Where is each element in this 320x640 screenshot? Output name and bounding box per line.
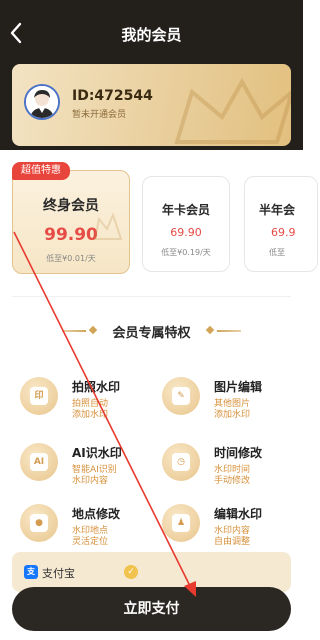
feature-camera-watermark[interactable]: 印 [20, 377, 58, 415]
feature-title: AI识水印 [72, 446, 122, 460]
plan-lifetime[interactable]: 终身会员 99.90 低至¥0.01/天 [12, 170, 130, 274]
feature-desc: 添加水印 [214, 410, 251, 420]
feature-desc: 自由调整 [214, 537, 251, 547]
feature-desc: 灵活定位 [72, 537, 109, 547]
plan-daily-price: 低至¥0.01/天 [46, 254, 96, 263]
title-line-right [217, 330, 241, 332]
avatar[interactable] [24, 84, 60, 120]
feature-desc: 水印时间 [214, 465, 251, 475]
plan-half-year[interactable]: 半年会 69.9 低至 [244, 176, 318, 272]
feature-watermark-edit[interactable]: ♟ [162, 504, 200, 542]
feature-location-edit[interactable]: ● [20, 504, 58, 542]
plan-name: 半年会 [259, 203, 296, 217]
payment-method-label: 支付宝 [42, 567, 75, 580]
crown-watermark-icon [93, 213, 123, 240]
location-pin-icon: ● [30, 514, 48, 532]
feature-desc: 其他图片 [214, 399, 251, 409]
plan-name: 年卡会员 [161, 203, 210, 217]
feature-ai-recognition[interactable]: AI [20, 443, 58, 481]
plan-daily-price: 低至¥0.19/天 [161, 248, 211, 257]
feature-time-edit[interactable]: ◷ [162, 443, 200, 481]
feature-title: 拍照水印 [72, 380, 121, 394]
section-title: 会员专属特权 [112, 326, 191, 341]
feature-desc: 智能AI识别 [72, 465, 117, 475]
feature-desc: 水印地点 [72, 526, 109, 536]
member-status: 暂未开通会员 [72, 110, 127, 120]
crown-watermark-icon [174, 77, 291, 144]
plan-annual[interactable]: 年卡会员 69.90 低至¥0.19/天 [142, 176, 230, 272]
divider [12, 296, 291, 297]
edit-icon: ✎ [172, 387, 190, 405]
stamp-icon: ♟ [172, 514, 190, 532]
member-id: ID:472544 [72, 88, 153, 104]
plan-name: 终身会员 [43, 198, 99, 214]
stamp-icon: 印 [30, 387, 48, 405]
member-card: ID:472544 暂未开通会员 [12, 64, 291, 146]
feature-image-edit[interactable]: ✎ [162, 377, 200, 415]
feature-desc: 水印内容 [214, 526, 251, 536]
page-title: 我的会员 [121, 26, 182, 44]
check-icon[interactable]: ✓ [124, 565, 138, 579]
user-avatar-icon [26, 86, 58, 118]
feature-desc: 添加水印 [72, 410, 109, 420]
feature-title: 图片编辑 [214, 380, 263, 394]
pay-now-button[interactable]: 立即支付 [12, 587, 291, 631]
plan-badge: 超值特惠 [12, 162, 70, 180]
feature-title: 地点修改 [72, 507, 121, 521]
feature-desc: 拍照自动 [72, 399, 109, 409]
plan-price: 69.90 [170, 226, 202, 239]
plan-price: 69.9 [271, 226, 296, 239]
ai-icon: AI [30, 453, 48, 471]
plan-daily-price: 低至 [269, 248, 285, 257]
feature-title: 编辑水印 [214, 507, 263, 521]
clock-icon: ◷ [172, 453, 190, 471]
alipay-icon: 支 [24, 565, 38, 579]
feature-desc: 水印内容 [72, 476, 109, 486]
feature-desc: 手动修改 [214, 476, 251, 486]
feature-title: 时间修改 [214, 446, 263, 460]
